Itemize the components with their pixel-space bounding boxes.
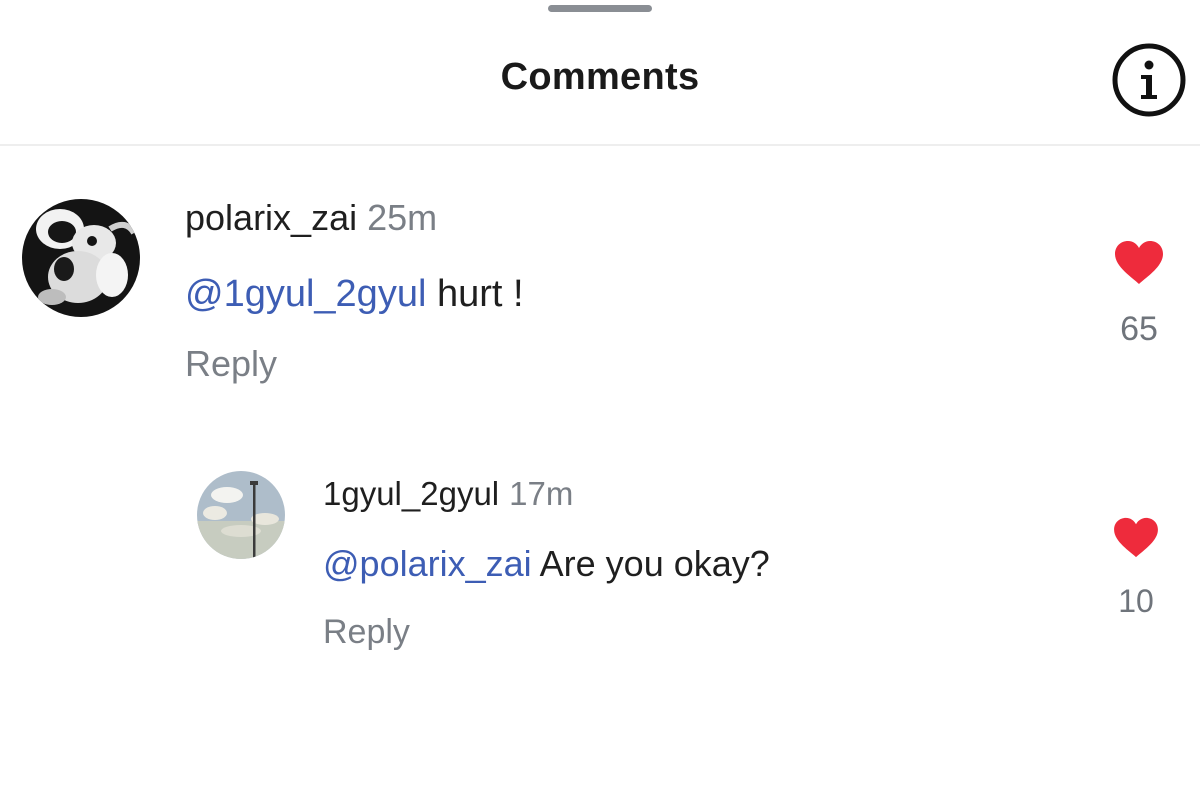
cartoon-mouse-avatar-icon	[22, 199, 140, 317]
sky-lamppost-avatar-icon	[197, 471, 285, 559]
like-control: 65	[1108, 240, 1170, 346]
comment-text: @polarix_zai Are you okay?	[323, 546, 770, 582]
comment-body: hurt !	[426, 273, 524, 315]
like-control: 10	[1108, 517, 1164, 617]
reply-button[interactable]: Reply	[185, 346, 277, 382]
avatar[interactable]	[22, 199, 140, 317]
mention-link[interactable]: @polarix_zai	[323, 543, 532, 584]
comment-meta: 1gyul_2gyul 17m	[323, 477, 573, 510]
comment-body: Are you okay?	[531, 543, 770, 584]
heart-icon[interactable]	[1113, 240, 1165, 286]
comments-sheet: Comments polarix_zai 25m @1gyul_2gyul hu…	[0, 0, 1200, 793]
info-button[interactable]	[1110, 41, 1188, 119]
like-count: 65	[1120, 310, 1158, 348]
comment-meta: polarix_zai 25m	[185, 200, 437, 236]
info-circle-icon	[1112, 43, 1186, 117]
comment-username[interactable]: polarix_zai	[185, 197, 357, 238]
page-title: Comments	[500, 56, 700, 98]
like-count: 10	[1118, 583, 1154, 619]
comment-username[interactable]: 1gyul_2gyul	[323, 475, 499, 512]
comments-header: Comments	[0, 0, 1200, 146]
comment-timestamp: 25m	[367, 197, 438, 238]
reply-button[interactable]: Reply	[323, 615, 410, 649]
comment-timestamp: 17m	[509, 475, 574, 512]
mention-link[interactable]: @1gyul_2gyul	[185, 273, 426, 315]
avatar[interactable]	[197, 471, 285, 559]
comment-text: @1gyul_2gyul hurt !	[185, 275, 524, 313]
heart-icon[interactable]	[1112, 517, 1160, 559]
